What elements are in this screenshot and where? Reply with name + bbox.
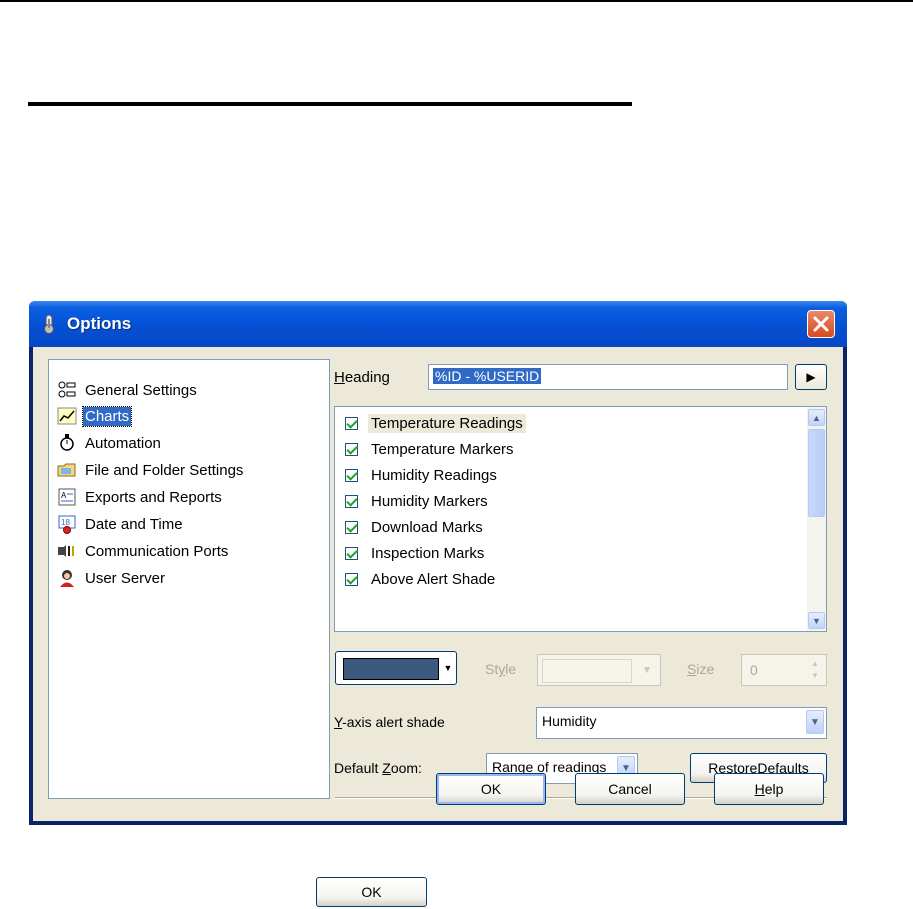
dropdown-arrow-icon: ▼ — [443, 663, 453, 673]
tree-item-label: Exports and Reports — [85, 488, 222, 506]
port-icon — [58, 545, 74, 557]
tree-item-label: Automation — [85, 434, 161, 452]
title-bar[interactable]: Options — [29, 301, 847, 347]
size-stepper[interactable]: 0 ▲ ▼ — [741, 654, 827, 686]
style-label: Style — [485, 661, 517, 677]
color-swatch — [343, 658, 439, 680]
chevron-down-icon: ▼ — [812, 615, 821, 626]
checkbox[interactable] — [345, 494, 358, 508]
list-item[interactable]: Download Marks — [345, 515, 486, 539]
scroll-thumb[interactable] — [808, 429, 825, 517]
heading-label: Heading — [334, 369, 390, 386]
window-title: Options — [67, 314, 132, 333]
close-button[interactable] — [807, 310, 835, 338]
list-item[interactable]: Humidity Readings — [345, 463, 500, 487]
help-button[interactable]: Help — [714, 773, 824, 805]
automation-icon — [60, 434, 74, 451]
tree-item-charts[interactable]: Charts — [57, 404, 133, 428]
style-select[interactable]: ▼ — [537, 654, 661, 686]
thermometer-icon — [44, 314, 54, 334]
general-settings-icon — [58, 381, 76, 398]
close-icon — [813, 316, 829, 332]
tree-item-automation[interactable]: Automation — [57, 431, 163, 455]
list-item[interactable]: Above Alert Shade — [345, 567, 498, 591]
svg-text:18: 18 — [61, 518, 70, 527]
options-dialog: Options General Settings Charts Automati… — [29, 301, 847, 825]
list-item[interactable]: Humidity Markers — [345, 489, 491, 513]
chevron-down-icon: ▼ — [806, 710, 824, 734]
checkbox[interactable] — [345, 546, 358, 560]
section-rule — [28, 102, 632, 106]
play-arrow-icon: ▶ — [806, 370, 816, 384]
yaxis-select[interactable]: Humidity ▼ — [536, 707, 827, 739]
ok-button[interactable]: OK — [436, 773, 546, 805]
tree-item-label: General Settings — [85, 381, 197, 399]
checkbox[interactable] — [345, 416, 358, 430]
tree-item-exports-reports[interactable]: A Exports and Reports — [57, 485, 224, 509]
report-icon: A — [58, 488, 76, 506]
tree-item-date-time[interactable]: 18 Date and Time — [57, 512, 185, 536]
yaxis-label: Y-axis alert shade — [334, 714, 445, 730]
folder-icon — [57, 463, 76, 477]
chart-items-list[interactable]: Temperature Readings Temperature Markers… — [334, 406, 827, 632]
checkbox[interactable] — [345, 468, 358, 482]
tree-item-file-folder[interactable]: File and Folder Settings — [57, 458, 245, 482]
list-item[interactable]: Temperature Readings — [345, 411, 526, 435]
tree-item-label: Date and Time — [85, 515, 183, 533]
checkbox[interactable] — [345, 442, 358, 456]
scroll-up-button[interactable]: ▲ — [808, 409, 825, 426]
tree-item-label: File and Folder Settings — [85, 461, 244, 479]
size-label: Size — [687, 661, 715, 677]
list-scrollbar[interactable]: ▲ ▼ — [807, 407, 826, 631]
dialog-body: General Settings Charts Automation File … — [33, 347, 843, 821]
ok-button-sample[interactable]: OK — [316, 877, 427, 907]
spin-arrows-icon: ▲ ▼ — [811, 659, 819, 680]
list-item[interactable]: Temperature Markers — [345, 437, 517, 461]
line-color-picker[interactable]: ▼ — [335, 651, 457, 685]
tree-item-label: Communication Ports — [85, 542, 229, 560]
heading-input[interactable]: %ID - %USERID — [428, 364, 788, 390]
zoom-label: Default Zoom: — [334, 760, 422, 776]
tree-item-user-server[interactable]: User Server — [57, 566, 167, 590]
checkbox[interactable] — [345, 572, 358, 586]
chevron-down-icon: ▼ — [642, 664, 652, 676]
top-rule — [0, 0, 913, 2]
user-server-icon — [60, 570, 74, 587]
cancel-button[interactable]: Cancel — [575, 773, 685, 805]
tree-item-general-settings[interactable]: General Settings — [57, 378, 199, 402]
category-tree[interactable]: General Settings Charts Automation File … — [48, 359, 330, 799]
tree-item-label: Charts — [81, 405, 133, 427]
list-item[interactable]: Inspection Marks — [345, 541, 487, 565]
scroll-down-button[interactable]: ▼ — [808, 612, 825, 629]
checkbox[interactable] — [345, 520, 358, 534]
calendar-icon: 18 — [58, 515, 76, 534]
tree-item-communication-ports[interactable]: Communication Ports — [57, 539, 230, 563]
tree-item-label: User Server — [85, 569, 166, 587]
chevron-up-icon: ▲ — [812, 412, 821, 423]
charts-icon — [57, 407, 77, 425]
heading-insert-button[interactable]: ▶ — [795, 364, 827, 390]
svg-text:A: A — [61, 491, 67, 500]
